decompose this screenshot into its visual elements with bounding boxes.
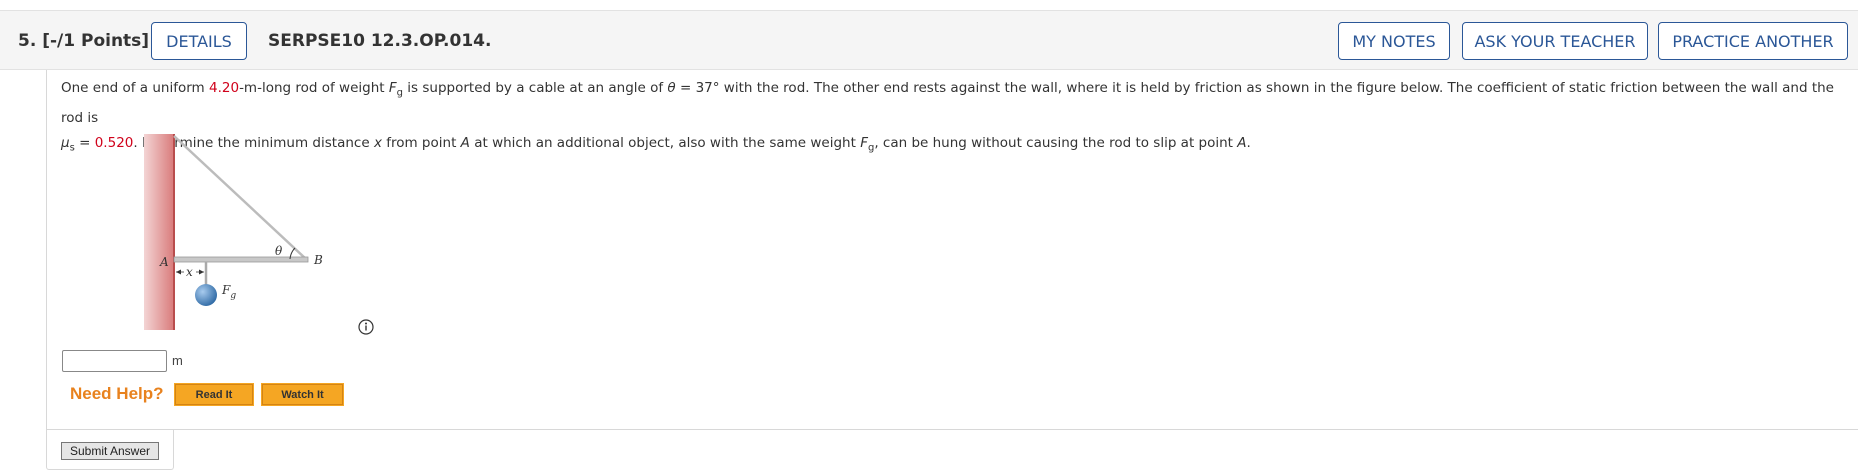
length-value: 4.20	[209, 80, 240, 96]
details-button[interactable]: DETAILS	[151, 22, 247, 60]
x-label: x	[186, 265, 193, 279]
answer-unit: m	[172, 353, 183, 368]
question-header: 5. [-/1 Points] DETAILS SERPSE10 12.3.OP…	[0, 10, 1858, 70]
rod	[173, 256, 309, 263]
submit-answer-button[interactable]: Submit Answer	[61, 442, 159, 460]
point-a-label: A	[159, 255, 169, 269]
info-icon[interactable]	[357, 318, 375, 336]
question-number-label: 5. [-/1 Points]	[18, 31, 150, 51]
rod-wall-figure: θ A B x Fg	[144, 134, 323, 330]
wall	[144, 134, 174, 330]
need-help-label: Need Help?	[70, 384, 164, 403]
ask-your-teacher-button[interactable]: ASK YOUR TEACHER	[1462, 22, 1648, 60]
cable	[173, 135, 307, 260]
point-b-label: B	[313, 253, 323, 267]
practice-another-button[interactable]: PRACTICE ANOTHER	[1658, 22, 1848, 60]
answer-input[interactable]	[62, 350, 167, 372]
fg-label: Fg	[221, 283, 236, 301]
theta-label: θ	[275, 244, 283, 258]
read-it-button[interactable]: Read It	[174, 383, 254, 406]
problem-code: SERPSE10 12.3.OP.014.	[268, 31, 492, 51]
my-notes-button[interactable]: MY NOTES	[1338, 22, 1450, 60]
hanging-ball	[195, 284, 217, 306]
mu-value: 0.520	[94, 134, 134, 151]
watch-it-button[interactable]: Watch It	[261, 383, 344, 406]
